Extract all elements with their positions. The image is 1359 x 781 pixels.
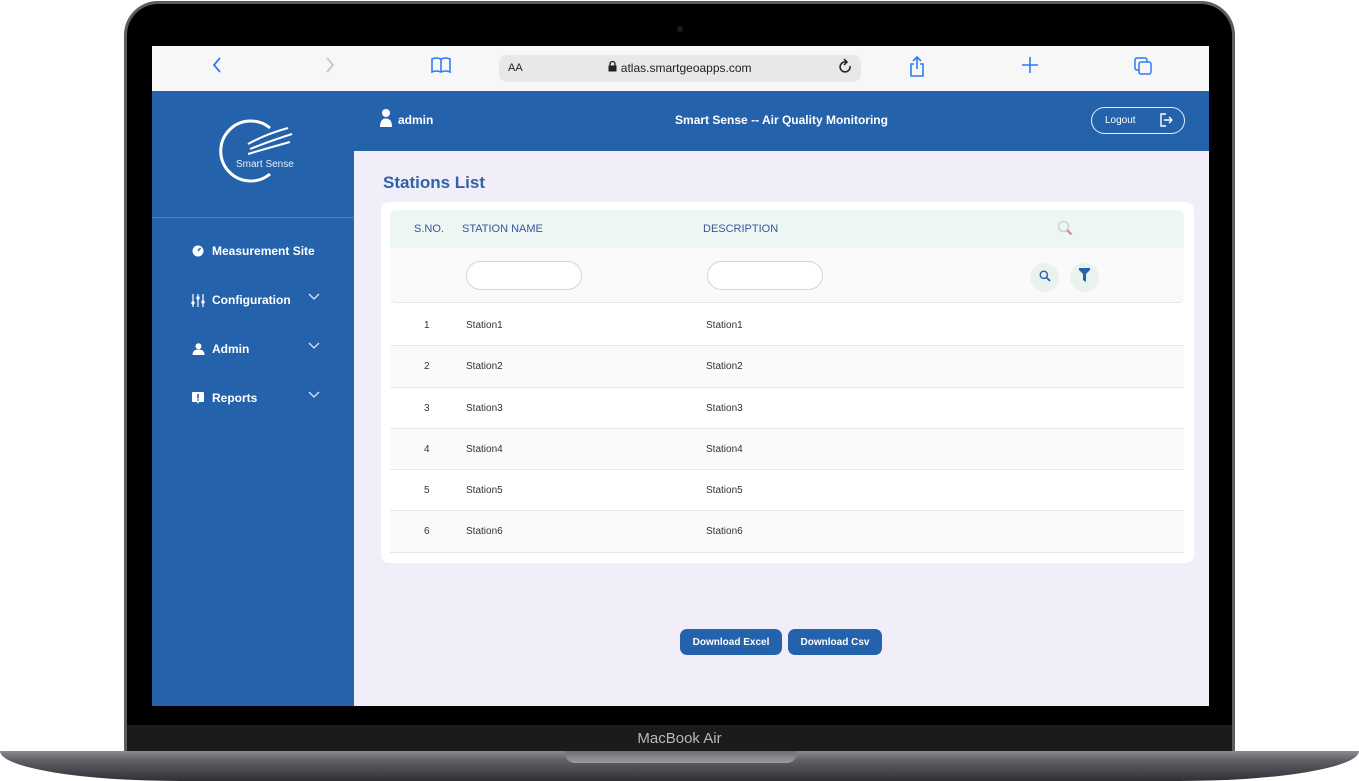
cell-description: Station3 bbox=[706, 402, 743, 414]
filter-icon bbox=[1079, 268, 1090, 287]
table-row[interactable]: 4 Station4 Station4 bbox=[390, 428, 1184, 471]
column-header-station-name[interactable]: STATION NAME bbox=[462, 223, 543, 235]
back-icon[interactable] bbox=[205, 56, 229, 80]
logo-text: Smart Sense bbox=[236, 159, 294, 170]
table-header: S.NO. STATION NAME DESCRIPTION bbox=[390, 210, 1184, 248]
cell-sno: 1 bbox=[424, 320, 430, 331]
top-bar: admin Smart Sense -- Air Quality Monitor… bbox=[354, 91, 1209, 151]
table-row[interactable]: 6 Station6 Station6 bbox=[390, 511, 1184, 553]
download-excel-button[interactable]: Download Excel bbox=[680, 629, 782, 655]
chevron-down-icon[interactable] bbox=[308, 390, 320, 402]
cell-sno: 6 bbox=[424, 526, 430, 538]
cell-station-name: Station6 bbox=[466, 526, 503, 538]
url-text: atlas.smartgeoapps.com bbox=[620, 61, 752, 75]
report-alert-icon bbox=[190, 391, 206, 405]
address-bar[interactable]: AA atlas.smartgeoapps.com bbox=[499, 55, 861, 82]
cell-sno: 3 bbox=[424, 402, 430, 414]
share-icon[interactable] bbox=[905, 55, 929, 80]
sidebar-item-admin[interactable]: Admin bbox=[190, 339, 330, 359]
cell-description: Station5 bbox=[706, 485, 743, 497]
search-icon bbox=[1039, 269, 1051, 287]
table-row[interactable]: 1 Station1 Station1 bbox=[390, 305, 1184, 347]
app: Smart Sense Measurement Site Configurati… bbox=[152, 91, 1209, 706]
stations-table-card: S.NO. STATION NAME DESCRIPTION 1 Station… bbox=[381, 202, 1194, 563]
sidebar-item-reports[interactable]: Reports bbox=[190, 388, 330, 408]
sidebar-item-measurement-site[interactable]: Measurement Site bbox=[190, 241, 330, 261]
station-name-filter-input[interactable] bbox=[466, 261, 582, 290]
logout-button[interactable]: Logout bbox=[1091, 107, 1185, 134]
laptop-notch bbox=[565, 751, 797, 763]
bookmarks-icon[interactable] bbox=[429, 56, 453, 80]
search-button[interactable] bbox=[1030, 263, 1059, 292]
sidebar-item-label: Measurement Site bbox=[212, 244, 315, 258]
cell-station-name: Station4 bbox=[466, 443, 503, 455]
description-filter-input[interactable] bbox=[707, 261, 823, 290]
device-label: MacBook Air bbox=[637, 730, 722, 747]
cell-sno: 2 bbox=[424, 361, 430, 373]
sidebar-item-label: Reports bbox=[212, 391, 258, 405]
table-row[interactable]: 2 Station2 Station2 bbox=[390, 346, 1184, 388]
user-icon bbox=[190, 343, 206, 355]
column-header-sno[interactable]: S.NO. bbox=[414, 223, 444, 235]
filter-button[interactable] bbox=[1070, 263, 1099, 292]
download-csv-button[interactable]: Download Csv bbox=[788, 629, 882, 655]
browser-toolbar: AA atlas.smartgeoapps.com bbox=[152, 46, 1209, 91]
sidebar-item-configuration[interactable]: Configuration bbox=[190, 290, 330, 310]
app-title: Smart Sense -- Air Quality Monitoring bbox=[675, 113, 888, 127]
cell-station-name: Station5 bbox=[466, 485, 503, 497]
page-title: Stations List bbox=[383, 173, 486, 192]
sidebar-item-label: Configuration bbox=[212, 293, 291, 307]
cell-station-name: Station2 bbox=[466, 361, 503, 373]
lock-icon bbox=[608, 60, 620, 75]
table-row[interactable]: 3 Station3 Station3 bbox=[390, 388, 1184, 429]
sidebar-divider bbox=[152, 217, 354, 218]
gauge-icon bbox=[190, 245, 206, 257]
table-row[interactable]: 5 Station5 Station5 bbox=[390, 470, 1184, 512]
sidebar: Smart Sense Measurement Site Configurati… bbox=[152, 91, 354, 706]
forward-icon[interactable] bbox=[318, 56, 342, 80]
table-body: 1 Station1 Station1 2 Station2 Station2 … bbox=[390, 305, 1184, 553]
screen: AA atlas.smartgeoapps.com Smart Sense Me… bbox=[152, 46, 1209, 706]
cell-description: Station6 bbox=[706, 526, 743, 538]
new-tab-icon[interactable] bbox=[1018, 56, 1042, 80]
cell-sno: 5 bbox=[424, 485, 430, 497]
cell-station-name: Station3 bbox=[466, 402, 503, 414]
url-display[interactable]: atlas.smartgeoapps.com bbox=[499, 60, 861, 75]
filter-row bbox=[390, 248, 1184, 303]
tabs-icon[interactable] bbox=[1131, 56, 1155, 80]
cell-description: Station1 bbox=[706, 320, 743, 331]
chevron-down-icon[interactable] bbox=[308, 341, 320, 353]
sliders-icon bbox=[190, 293, 206, 307]
chevron-down-icon[interactable] bbox=[308, 292, 320, 304]
reload-icon[interactable] bbox=[839, 58, 853, 81]
sidebar-item-label: Admin bbox=[212, 342, 250, 356]
search-icon[interactable] bbox=[1057, 220, 1073, 241]
logout-label: Logout bbox=[1105, 115, 1136, 126]
laptop-chin: MacBook Air bbox=[127, 725, 1232, 753]
logout-icon bbox=[1159, 113, 1173, 130]
cell-sno: 4 bbox=[424, 443, 430, 455]
cell-description: Station4 bbox=[706, 443, 743, 455]
column-header-description[interactable]: DESCRIPTION bbox=[703, 223, 778, 235]
cell-station-name: Station1 bbox=[466, 320, 503, 331]
cell-description: Station2 bbox=[706, 361, 743, 373]
smart-sense-logo bbox=[208, 116, 298, 186]
camera bbox=[677, 26, 683, 32]
